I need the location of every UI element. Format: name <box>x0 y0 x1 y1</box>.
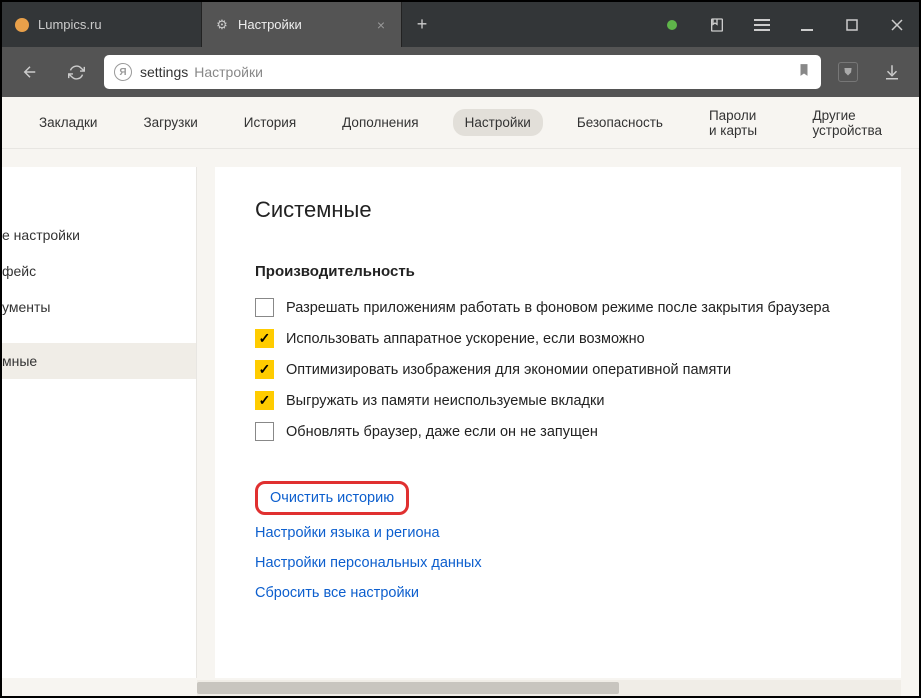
menu-bookmarks[interactable]: Закладки <box>27 109 109 136</box>
check-label: Использовать аппаратное ускорение, если … <box>286 331 645 347</box>
tab-lumpics[interactable]: Lumpics.ru <box>2 2 202 47</box>
settings-menubar: Закладки Загрузки История Дополнения Нас… <box>2 97 919 149</box>
highlighted-link: Очистить историю <box>255 481 409 515</box>
browser-toolbar: Я settings Настройки ⛊ <box>2 47 919 97</box>
maximize-button[interactable] <box>829 2 874 47</box>
menu-history[interactable]: История <box>232 109 308 136</box>
check-label: Разрешать приложениям работать в фоновом… <box>286 300 830 316</box>
settings-sidebar: е настройки фейс ументы мные <box>2 167 197 678</box>
sidebar-item-interface[interactable]: фейс <box>2 253 196 289</box>
link-clear-history[interactable]: Очистить историю <box>270 490 394 506</box>
downloads-icon[interactable] <box>875 55 909 89</box>
link-personal-data[interactable]: Настройки персональных данных <box>255 555 482 571</box>
close-icon[interactable]: × <box>373 17 389 33</box>
link-reset-settings[interactable]: Сбросить все настройки <box>255 585 419 601</box>
address-bar[interactable]: Я settings Настройки <box>104 55 821 89</box>
address-host: settings <box>140 64 188 80</box>
back-button[interactable] <box>12 54 48 90</box>
menu-passwords[interactable]: Пароли и карты <box>697 102 779 144</box>
subsection-title: Производительность <box>255 263 861 280</box>
content-area: е настройки фейс ументы мные Системные П… <box>2 149 919 696</box>
menu-downloads[interactable]: Загрузки <box>131 109 209 136</box>
section-title: Системные <box>255 197 861 223</box>
checkbox-icon[interactable] <box>255 298 274 317</box>
menu-addons[interactable]: Дополнения <box>330 109 430 136</box>
check-label: Оптимизировать изображения для экономии … <box>286 362 731 378</box>
sidebar-item-system[interactable]: мные <box>2 343 196 379</box>
menu-settings[interactable]: Настройки <box>453 109 543 136</box>
checkbox-icon[interactable] <box>255 422 274 441</box>
scrollbar-thumb[interactable] <box>197 682 619 694</box>
reload-button[interactable] <box>58 54 94 90</box>
minimize-button[interactable] <box>784 2 829 47</box>
check-label: Выгружать из памяти неиспользуемые вклад… <box>286 393 604 409</box>
bookmarks-icon[interactable] <box>694 2 739 47</box>
close-button[interactable] <box>874 2 919 47</box>
check-update-browser[interactable]: Обновлять браузер, даже если он не запущ… <box>255 422 861 441</box>
new-tab-button[interactable]: + <box>402 2 442 47</box>
checkbox-icon[interactable]: ✓ <box>255 391 274 410</box>
checkbox-icon[interactable]: ✓ <box>255 360 274 379</box>
link-language-region[interactable]: Настройки языка и региона <box>255 525 440 541</box>
tab-label: Настройки <box>238 17 302 32</box>
address-title: Настройки <box>194 64 263 80</box>
check-label: Обновлять браузер, даже если он не запущ… <box>286 424 598 440</box>
checkbox-icon[interactable]: ✓ <box>255 329 274 348</box>
bookmark-icon[interactable] <box>797 61 811 84</box>
sidebar-item-tools[interactable]: ументы <box>2 289 196 325</box>
site-icon <box>14 17 30 33</box>
tab-settings[interactable]: ⚙ Настройки × <box>202 2 402 47</box>
check-hardware-accel[interactable]: ✓ Использовать аппаратное ускорение, есл… <box>255 329 861 348</box>
sidebar-item-general[interactable]: е настройки <box>2 217 196 253</box>
ublock-icon[interactable]: ⛊ <box>831 55 865 89</box>
check-background-apps[interactable]: Разрешать приложениям работать в фоновом… <box>255 298 861 317</box>
menu-devices[interactable]: Другие устройства <box>800 102 894 144</box>
site-identity-icon: Я <box>114 63 132 81</box>
settings-main: Системные Производительность Разрешать п… <box>215 167 901 678</box>
menu-icon[interactable] <box>739 2 784 47</box>
horizontal-scrollbar[interactable] <box>197 680 901 696</box>
titlebar: Lumpics.ru ⚙ Настройки × + <box>2 2 919 47</box>
check-unload-tabs[interactable]: ✓ Выгружать из памяти неиспользуемые вкл… <box>255 391 861 410</box>
window-controls <box>649 2 919 47</box>
tab-label: Lumpics.ru <box>38 17 102 32</box>
action-links: Очистить историю Настройки языка и регио… <box>255 481 861 601</box>
gear-icon: ⚙ <box>214 17 230 33</box>
check-optimize-images[interactable]: ✓ Оптимизировать изображения для экономи… <box>255 360 861 379</box>
menu-security[interactable]: Безопасность <box>565 109 675 136</box>
extension-indicator[interactable] <box>649 2 694 47</box>
